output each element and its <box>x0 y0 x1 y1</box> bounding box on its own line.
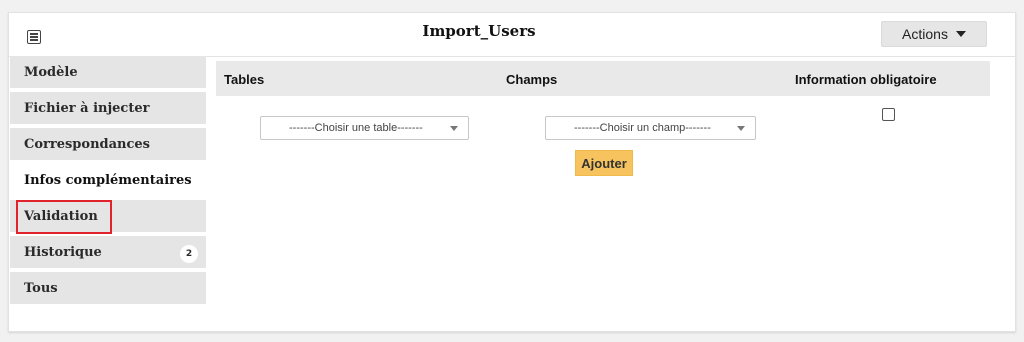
sidebar-item-correspondances[interactable]: Correspondances <box>10 128 206 160</box>
sidebar-item-modele[interactable]: Modèle <box>10 56 206 88</box>
chevron-down-icon <box>737 126 745 131</box>
add-button[interactable]: Ajouter <box>575 150 633 176</box>
chevron-down-icon <box>450 126 458 131</box>
sidebar-item-label: Tous <box>24 280 58 296</box>
field-select-value: -------Choisir un champ------- <box>574 122 711 134</box>
sidebar-item-label: Historique <box>24 244 102 260</box>
sidebar-item-label: Fichier à injecter <box>24 100 150 116</box>
count-badge: 2 <box>180 245 198 263</box>
sidebar-item-label: Correspondances <box>24 136 150 152</box>
field-select[interactable]: -------Choisir un champ------- <box>545 116 756 140</box>
page-title: Import_Users <box>422 22 536 40</box>
sidebar-item-label: Modèle <box>24 64 78 80</box>
column-header-tables: Tables <box>224 72 265 87</box>
sidebar-item-label: Infos complémentaires <box>24 172 192 188</box>
table-select-value: -------Choisir une table------- <box>289 122 423 134</box>
sidebar-item-infos[interactable]: Infos complémentaires <box>10 164 206 196</box>
table-select[interactable]: -------Choisir une table------- <box>260 116 469 140</box>
sidebar-item-fichier[interactable]: Fichier à injecter <box>10 92 206 124</box>
sidebar-item-historique[interactable]: Historique 2 <box>10 236 206 268</box>
panel-header: Import_Users Actions <box>9 13 1015 57</box>
sidebar: Modèle Fichier à injecter Correspondance… <box>10 56 206 308</box>
caret-down-icon <box>955 31 966 37</box>
actions-label: Actions <box>902 26 948 42</box>
actions-button[interactable]: Actions <box>881 21 987 47</box>
column-header-obligatoire: Information obligatoire <box>795 72 937 87</box>
sidebar-item-label: Validation <box>24 208 98 224</box>
table-header: Tables Champs Information obligatoire <box>216 61 990 96</box>
required-checkbox[interactable] <box>882 108 895 121</box>
column-header-champs: Champs <box>506 72 558 87</box>
sidebar-item-tous[interactable]: Tous <box>10 272 206 304</box>
sidebar-item-validation[interactable]: Validation <box>10 200 206 234</box>
